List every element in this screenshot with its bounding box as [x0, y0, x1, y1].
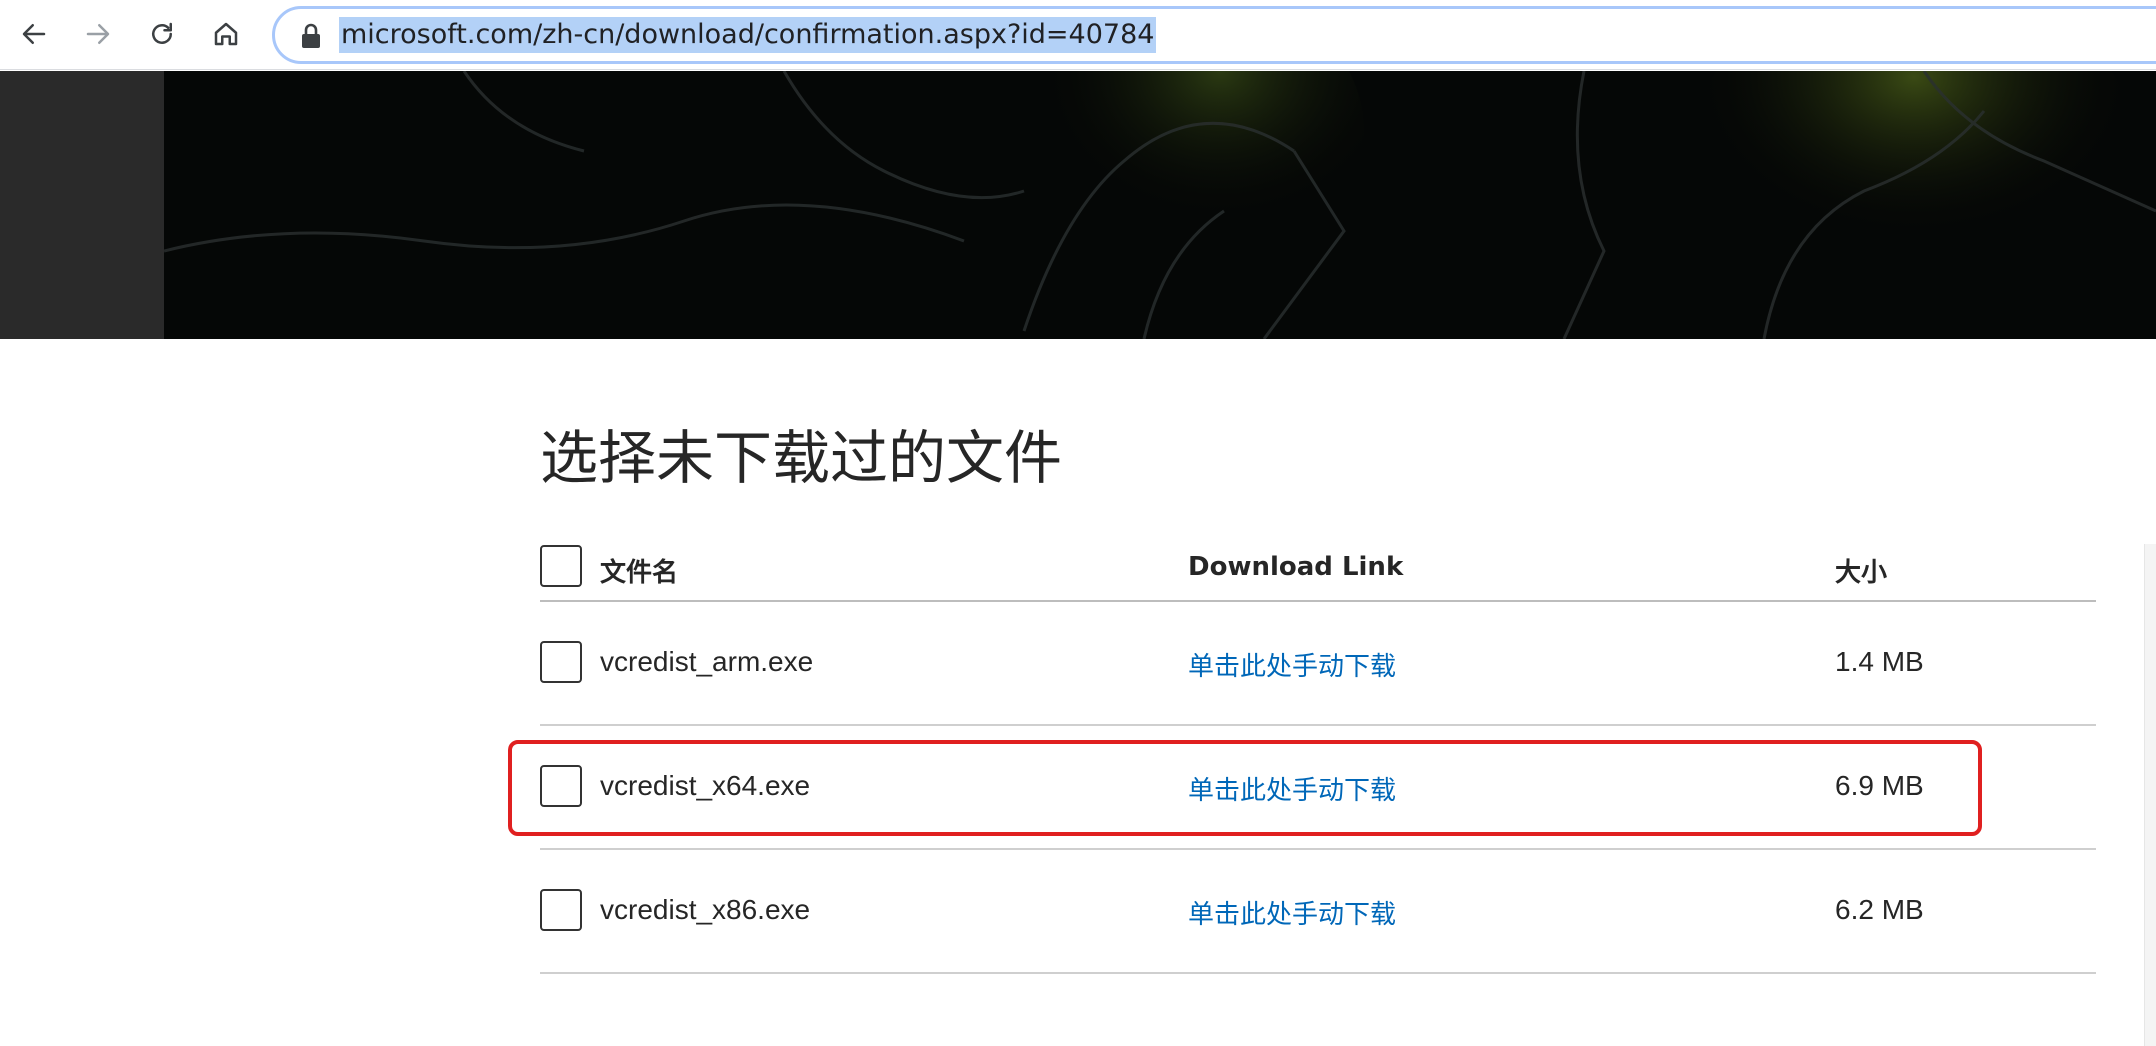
file-size: 6.2 MB: [1835, 894, 1924, 925]
file-checkbox[interactable]: [540, 889, 582, 931]
hero-image: [164, 71, 2156, 339]
file-size: 1.4 MB: [1835, 646, 1924, 677]
table-row: vcredist_arm.exe 单击此处手动下载 1.4 MB: [540, 602, 2096, 726]
forward-button[interactable]: [76, 12, 120, 56]
arrow-right-icon: [86, 24, 110, 44]
download-table: 文件名 Download Link 大小 vcredist_arm.exe 单击…: [540, 530, 2096, 974]
page-title: 选择未下载过的文件: [540, 424, 1063, 492]
file-name: vcredist_x86.exe: [600, 894, 811, 925]
arrow-left-icon: [22, 24, 46, 44]
manual-download-link[interactable]: 单击此处手动下载: [1188, 894, 1396, 931]
hero-banner: [0, 71, 2156, 339]
column-header-filename: 文件名: [600, 558, 679, 588]
lock-icon[interactable]: [299, 23, 323, 49]
home-icon: [214, 22, 238, 46]
url-text[interactable]: microsoft.com/zh-cn/download/confirmatio…: [339, 17, 1157, 53]
file-checkbox[interactable]: [540, 765, 582, 807]
table-row: vcredist_x64.exe 单击此处手动下载 6.9 MB: [540, 726, 2096, 850]
column-header-download-link: Download Link: [1188, 552, 1404, 582]
manual-download-link[interactable]: 单击此处手动下载: [1188, 770, 1396, 807]
table-row: vcredist_x86.exe 单击此处手动下载 6.2 MB: [540, 850, 2096, 974]
back-button[interactable]: [12, 12, 56, 56]
reload-icon: [152, 22, 172, 44]
reload-button[interactable]: [140, 12, 184, 56]
file-checkbox[interactable]: [540, 641, 582, 683]
select-all-checkbox[interactable]: [540, 545, 582, 587]
file-name: vcredist_x64.exe: [600, 770, 811, 801]
scrollbar-track[interactable]: [2144, 544, 2156, 1046]
column-header-size: 大小: [1835, 558, 1888, 588]
table-header-row: 文件名 Download Link 大小: [540, 530, 2096, 602]
file-name: vcredist_arm.exe: [600, 646, 814, 677]
file-size: 6.9 MB: [1835, 770, 1924, 801]
home-button[interactable]: [204, 12, 248, 56]
address-bar[interactable]: microsoft.com/zh-cn/download/confirmatio…: [272, 6, 2156, 64]
manual-download-link[interactable]: 单击此处手动下载: [1188, 646, 1396, 683]
browser-toolbar: microsoft.com/zh-cn/download/confirmatio…: [0, 0, 2156, 70]
